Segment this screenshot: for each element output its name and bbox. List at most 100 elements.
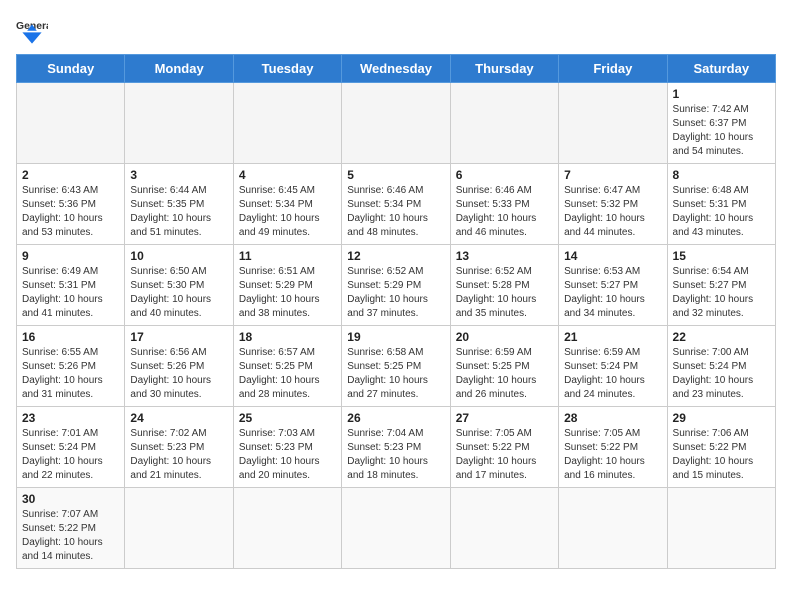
day-number: 23	[22, 411, 119, 425]
day-number: 22	[673, 330, 770, 344]
day-info: Sunrise: 7:05 AM Sunset: 5:22 PM Dayligh…	[456, 427, 553, 483]
day-number: 14	[564, 249, 661, 263]
calendar-week-row: 23 Sunrise: 7:01 AM Sunset: 5:24 PM Dayli…	[17, 407, 776, 488]
day-info: Sunrise: 6:52 AM Sunset: 5:29 PM Dayligh…	[347, 265, 444, 321]
calendar-day-cell	[233, 83, 341, 164]
day-number: 8	[673, 168, 770, 182]
day-info: Sunrise: 6:59 AM Sunset: 5:25 PM Dayligh…	[456, 346, 553, 402]
day-info: Sunrise: 6:52 AM Sunset: 5:28 PM Dayligh…	[456, 265, 553, 321]
calendar-day-cell: 4 Sunrise: 6:45 AM Sunset: 5:34 PM Daylig…	[233, 164, 341, 245]
day-number: 5	[347, 168, 444, 182]
calendar-day-cell: 11Sunrise: 6:51 AM Sunset: 5:29 PM Dayli…	[233, 245, 341, 326]
weekday-header-thursday: Thursday	[450, 55, 558, 83]
calendar-week-row: 16Sunrise: 6:55 AM Sunset: 5:26 PM Dayli…	[17, 326, 776, 407]
day-info: Sunrise: 6:45 AM Sunset: 5:34 PM Dayligh…	[239, 184, 336, 240]
calendar-day-cell: 26 Sunrise: 7:04 AM Sunset: 5:23 PM Dayli…	[342, 407, 450, 488]
generalblue-logo-icon: General	[16, 16, 48, 44]
calendar-day-cell: 28 Sunrise: 7:05 AM Sunset: 5:22 PM Dayli…	[559, 407, 667, 488]
day-info: Sunrise: 7:01 AM Sunset: 5:24 PM Dayligh…	[22, 427, 119, 483]
calendar-day-cell: 21Sunrise: 6:59 AM Sunset: 5:24 PM Dayli…	[559, 326, 667, 407]
calendar-day-cell: 2Sunrise: 6:43 AM Sunset: 5:36 PM Daylig…	[17, 164, 125, 245]
weekday-header-wednesday: Wednesday	[342, 55, 450, 83]
day-info: Sunrise: 7:06 AM Sunset: 5:22 PM Dayligh…	[673, 427, 770, 483]
day-info: Sunrise: 6:49 AM Sunset: 5:31 PM Dayligh…	[22, 265, 119, 321]
calendar-week-row: 2Sunrise: 6:43 AM Sunset: 5:36 PM Daylig…	[17, 164, 776, 245]
calendar-day-cell	[125, 488, 233, 569]
day-number: 13	[456, 249, 553, 263]
calendar-day-cell: 3Sunrise: 6:44 AM Sunset: 5:35 PM Daylig…	[125, 164, 233, 245]
day-info: Sunrise: 7:07 AM Sunset: 5:22 PM Dayligh…	[22, 508, 119, 564]
weekday-header-tuesday: Tuesday	[233, 55, 341, 83]
day-number: 2	[22, 168, 119, 182]
calendar-day-cell: 8 Sunrise: 6:48 AM Sunset: 5:31 PM Daylig…	[667, 164, 775, 245]
day-number: 25	[239, 411, 336, 425]
calendar-day-cell	[559, 488, 667, 569]
day-info: Sunrise: 6:55 AM Sunset: 5:26 PM Dayligh…	[22, 346, 119, 402]
calendar-day-cell: 15 Sunrise: 6:54 AM Sunset: 5:27 PM Dayli…	[667, 245, 775, 326]
day-info: Sunrise: 7:03 AM Sunset: 5:23 PM Dayligh…	[239, 427, 336, 483]
day-info: Sunrise: 7:02 AM Sunset: 5:23 PM Dayligh…	[130, 427, 227, 483]
day-info: Sunrise: 6:58 AM Sunset: 5:25 PM Dayligh…	[347, 346, 444, 402]
day-number: 28	[564, 411, 661, 425]
calendar-day-cell	[233, 488, 341, 569]
day-info: Sunrise: 6:47 AM Sunset: 5:32 PM Dayligh…	[564, 184, 661, 240]
calendar-day-cell: 16Sunrise: 6:55 AM Sunset: 5:26 PM Dayli…	[17, 326, 125, 407]
calendar-day-cell: 7 Sunrise: 6:47 AM Sunset: 5:32 PM Daylig…	[559, 164, 667, 245]
calendar-day-cell: 23 Sunrise: 7:01 AM Sunset: 5:24 PM Dayli…	[17, 407, 125, 488]
calendar-day-cell: 5 Sunrise: 6:46 AM Sunset: 5:34 PM Daylig…	[342, 164, 450, 245]
calendar-header: SundayMondayTuesdayWednesdayThursdayFrid…	[17, 55, 776, 83]
calendar-day-cell: 30 Sunrise: 7:07 AM Sunset: 5:22 PM Dayli…	[17, 488, 125, 569]
day-number: 10	[130, 249, 227, 263]
day-info: Sunrise: 6:51 AM Sunset: 5:29 PM Dayligh…	[239, 265, 336, 321]
calendar-day-cell: 22 Sunrise: 7:00 AM Sunset: 5:24 PM Dayli…	[667, 326, 775, 407]
calendar-week-row: 30 Sunrise: 7:07 AM Sunset: 5:22 PM Dayli…	[17, 488, 776, 569]
calendar-day-cell	[450, 488, 558, 569]
day-info: Sunrise: 7:04 AM Sunset: 5:23 PM Dayligh…	[347, 427, 444, 483]
page-header: General	[16, 16, 776, 44]
day-number: 29	[673, 411, 770, 425]
day-number: 24	[130, 411, 227, 425]
day-info: Sunrise: 7:00 AM Sunset: 5:24 PM Dayligh…	[673, 346, 770, 402]
calendar-day-cell	[17, 83, 125, 164]
day-number: 17	[130, 330, 227, 344]
day-number: 20	[456, 330, 553, 344]
day-number: 21	[564, 330, 661, 344]
logo: General	[16, 16, 52, 44]
day-number: 12	[347, 249, 444, 263]
calendar-day-cell	[667, 488, 775, 569]
calendar-day-cell: 24 Sunrise: 7:02 AM Sunset: 5:23 PM Dayli…	[125, 407, 233, 488]
day-info: Sunrise: 7:05 AM Sunset: 5:22 PM Dayligh…	[564, 427, 661, 483]
calendar-day-cell: 29 Sunrise: 7:06 AM Sunset: 5:22 PM Dayli…	[667, 407, 775, 488]
day-number: 30	[22, 492, 119, 506]
calendar-day-cell	[342, 83, 450, 164]
day-info: Sunrise: 6:46 AM Sunset: 5:33 PM Dayligh…	[456, 184, 553, 240]
calendar-body: 1Sunrise: 7:42 AM Sunset: 6:37 PM Daylig…	[17, 83, 776, 569]
calendar-week-row: 1Sunrise: 7:42 AM Sunset: 6:37 PM Daylig…	[17, 83, 776, 164]
day-number: 7	[564, 168, 661, 182]
calendar-day-cell: 9Sunrise: 6:49 AM Sunset: 5:31 PM Daylig…	[17, 245, 125, 326]
day-info: Sunrise: 6:50 AM Sunset: 5:30 PM Dayligh…	[130, 265, 227, 321]
calendar-day-cell	[450, 83, 558, 164]
calendar-day-cell	[342, 488, 450, 569]
calendar-day-cell: 20 Sunrise: 6:59 AM Sunset: 5:25 PM Dayli…	[450, 326, 558, 407]
calendar-day-cell: 27 Sunrise: 7:05 AM Sunset: 5:22 PM Dayli…	[450, 407, 558, 488]
calendar-day-cell: 6 Sunrise: 6:46 AM Sunset: 5:33 PM Daylig…	[450, 164, 558, 245]
day-number: 4	[239, 168, 336, 182]
calendar-day-cell: 13 Sunrise: 6:52 AM Sunset: 5:28 PM Dayli…	[450, 245, 558, 326]
day-number: 3	[130, 168, 227, 182]
day-number: 6	[456, 168, 553, 182]
calendar-day-cell: 19Sunrise: 6:58 AM Sunset: 5:25 PM Dayli…	[342, 326, 450, 407]
day-info: Sunrise: 6:54 AM Sunset: 5:27 PM Dayligh…	[673, 265, 770, 321]
weekday-header-saturday: Saturday	[667, 55, 775, 83]
day-info: Sunrise: 6:46 AM Sunset: 5:34 PM Dayligh…	[347, 184, 444, 240]
day-info: Sunrise: 6:48 AM Sunset: 5:31 PM Dayligh…	[673, 184, 770, 240]
calendar-day-cell: 25 Sunrise: 7:03 AM Sunset: 5:23 PM Dayli…	[233, 407, 341, 488]
day-number: 1	[673, 87, 770, 101]
calendar-day-cell	[559, 83, 667, 164]
day-number: 26	[347, 411, 444, 425]
day-info: Sunrise: 6:53 AM Sunset: 5:27 PM Dayligh…	[564, 265, 661, 321]
day-info: Sunrise: 6:57 AM Sunset: 5:25 PM Dayligh…	[239, 346, 336, 402]
calendar-week-row: 9Sunrise: 6:49 AM Sunset: 5:31 PM Daylig…	[17, 245, 776, 326]
day-number: 27	[456, 411, 553, 425]
day-number: 15	[673, 249, 770, 263]
